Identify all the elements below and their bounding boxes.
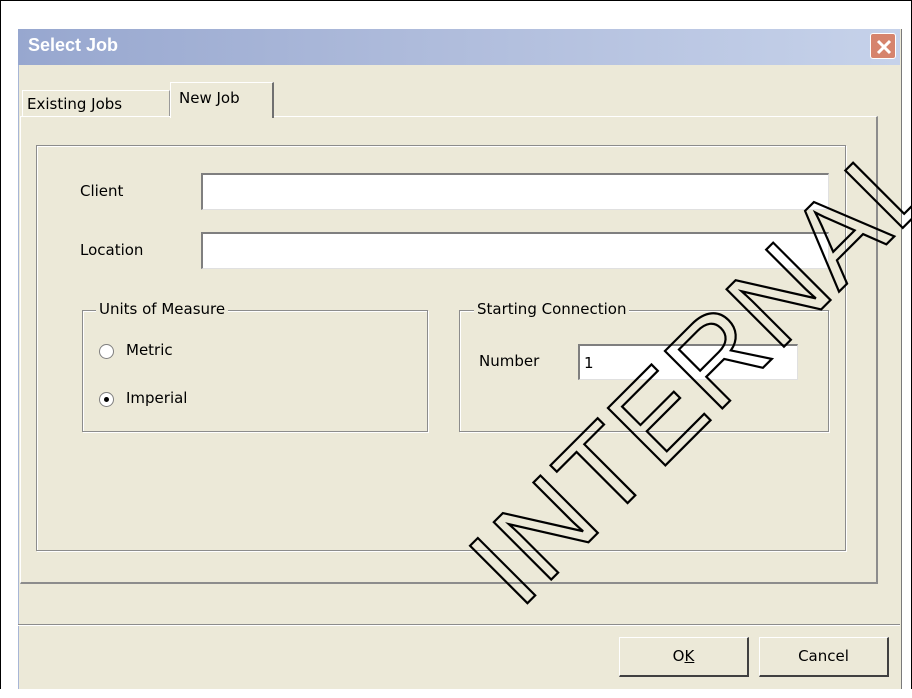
tab-new-job[interactable]: New Job — [170, 82, 274, 118]
close-icon — [876, 39, 892, 55]
client-label: Client — [80, 182, 124, 200]
metric-radio[interactable] — [99, 344, 114, 359]
bottom-strip — [0, 689, 912, 698]
units-of-measure-label: Units of Measure — [96, 300, 229, 318]
close-button[interactable] — [870, 33, 896, 59]
imperial-label[interactable]: Imperial — [126, 389, 187, 407]
starting-connection-label: Starting Connection — [474, 300, 630, 318]
tab-existing-jobs[interactable]: Existing Jobs — [22, 90, 170, 116]
number-field[interactable] — [578, 344, 798, 380]
button-separator — [18, 624, 900, 626]
location-field[interactable] — [201, 232, 829, 269]
number-label: Number — [479, 352, 540, 370]
window-title: Select Job — [28, 35, 119, 55]
ok-label: O — [672, 647, 685, 665]
units-of-measure-group — [82, 310, 428, 432]
title-bar[interactable]: Select Job — [18, 29, 900, 65]
radio-selected-dot — [104, 397, 109, 402]
metric-label[interactable]: Metric — [126, 341, 173, 359]
location-label: Location — [80, 241, 144, 259]
client-field[interactable] — [201, 173, 829, 210]
ok-accelerator: K — [684, 647, 695, 665]
ok-button[interactable]: OK — [619, 637, 749, 677]
cancel-button[interactable]: Cancel — [759, 637, 889, 677]
imperial-radio[interactable] — [99, 392, 114, 407]
